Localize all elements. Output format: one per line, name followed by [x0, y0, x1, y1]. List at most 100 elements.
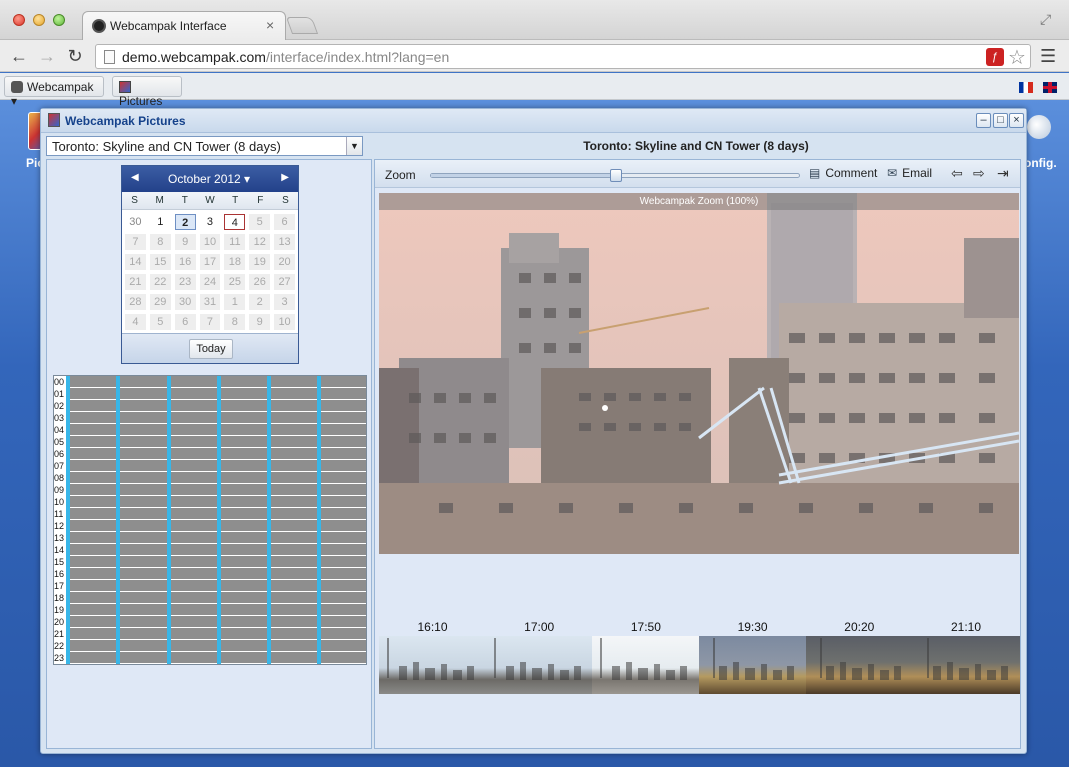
hour-label: 02 — [54, 400, 66, 412]
hour-bar[interactable] — [66, 544, 366, 555]
calendar-footer: Today — [122, 333, 298, 363]
desktop-config-icon[interactable] — [1027, 115, 1051, 139]
thumbnail[interactable]: 19:30 — [699, 620, 807, 698]
forward-arrow-icon[interactable]: → — [36, 45, 58, 67]
hour-bar[interactable] — [66, 388, 366, 399]
thumbnail-time: 17:00 — [524, 620, 555, 634]
calendar-day[interactable]: 4 — [224, 214, 246, 230]
back-arrow-icon[interactable]: ← — [8, 45, 30, 67]
picture-marker-column[interactable] — [267, 376, 271, 664]
hour-bar[interactable] — [66, 628, 366, 639]
picture-marker-column[interactable] — [167, 376, 171, 664]
viewer-toolbar: Zoom ▤ Comment ✉ Email ⇦ ⇨ ⇥ — [375, 160, 1020, 188]
zoom-window-button[interactable] — [53, 14, 65, 26]
calendar-day: 8 — [224, 314, 246, 330]
french-flag-icon[interactable] — [1019, 82, 1033, 93]
calendar-day: 9 — [174, 234, 196, 250]
browser-titlebar: Webcampak Interface × ⤢ — [0, 0, 1069, 40]
next-month-icon[interactable]: ▶ — [281, 172, 289, 183]
hour-bar[interactable] — [66, 484, 366, 495]
thumbnail-image — [699, 636, 807, 694]
hour-bar[interactable] — [66, 568, 366, 579]
hour-label: 04 — [54, 424, 66, 436]
close-icon[interactable]: × — [1009, 113, 1024, 128]
bookmark-webcampak[interactable]: Webcampak ▾ — [4, 76, 104, 108]
calendar-day: 5 — [249, 214, 271, 230]
previous-picture-icon[interactable]: ⇦ — [951, 165, 963, 182]
hour-label: 09 — [54, 484, 66, 496]
thumbnail-time: 16:10 — [417, 620, 448, 634]
last-picture-icon[interactable]: ⇥ — [997, 165, 1009, 182]
bookmark-star-icon[interactable]: ☆ — [1008, 45, 1026, 70]
next-picture-icon[interactable]: ⇨ — [973, 165, 985, 182]
hour-bar[interactable] — [66, 556, 366, 567]
thumbnail[interactable]: 16:10 — [379, 620, 486, 698]
url-text[interactable]: demo.webcampak.com/interface/index.html?… — [122, 49, 449, 65]
hour-bar[interactable] — [66, 496, 366, 507]
zoom-slider-thumb[interactable] — [610, 169, 622, 182]
hour-label: 12 — [54, 520, 66, 532]
today-button[interactable]: Today — [189, 339, 233, 359]
bookmark-pictures[interactable]: Pictures — [112, 76, 182, 108]
picture-marker-column[interactable] — [116, 376, 120, 664]
hour-bar[interactable] — [66, 616, 366, 627]
tab-close-icon[interactable]: × — [266, 17, 274, 33]
calendar-day: 2 — [249, 294, 271, 310]
window-header: Webcampak Pictures – □ × — [41, 109, 1026, 133]
browser-menu-icon[interactable]: ☰ — [1040, 46, 1056, 67]
browser-tab[interactable]: Webcampak Interface × — [82, 11, 286, 40]
hour-bar[interactable] — [66, 460, 366, 471]
picture-marker-column[interactable] — [317, 376, 321, 664]
hour-bar[interactable] — [66, 424, 366, 435]
hour-bar[interactable] — [66, 400, 366, 411]
address-bar[interactable]: demo.webcampak.com/interface/index.html?… — [95, 44, 1031, 69]
hour-bar[interactable] — [66, 532, 366, 543]
picture-marker-column[interactable] — [217, 376, 221, 664]
hour-bar[interactable] — [66, 508, 366, 519]
month-picker[interactable]: October 2012 ▾ — [168, 172, 250, 186]
calendar-day: 30 — [174, 294, 196, 310]
hour-label: 15 — [54, 556, 66, 568]
thumbnail[interactable]: 17:00 — [485, 620, 593, 698]
thumbnail[interactable]: 21:10 — [912, 620, 1020, 698]
thumbnail-image — [379, 636, 486, 694]
hour-bar[interactable] — [66, 580, 366, 591]
hour-bar[interactable] — [66, 472, 366, 483]
hour-bar[interactable] — [66, 604, 366, 615]
new-tab-button[interactable] — [285, 17, 319, 34]
english-flag-icon[interactable] — [1043, 82, 1057, 93]
hour-bar[interactable] — [66, 520, 366, 531]
calendar: ◀ October 2012 ▾ ▶ SMTWTFS 30 1 2 3 4 5 6 7 8 9 10… — [121, 165, 299, 364]
zoom-slider[interactable] — [430, 169, 800, 182]
calendar-day[interactable]: 2 — [174, 214, 196, 230]
hour-bar[interactable] — [66, 592, 366, 603]
email-button[interactable]: ✉ Email — [887, 166, 932, 180]
hour-bar[interactable] — [66, 640, 366, 651]
minimize-window-button[interactable] — [33, 14, 45, 26]
fullscreen-icon[interactable]: ⤢ — [1040, 11, 1051, 28]
thumbnail[interactable]: 17:50 — [592, 620, 700, 698]
minimize-icon[interactable]: – — [976, 113, 991, 128]
calendar-day: 24 — [199, 274, 221, 290]
flash-plugin-icon[interactable]: ƒ — [986, 48, 1004, 66]
calendar-day: 17 — [199, 254, 221, 270]
comment-button[interactable]: ▤ Comment — [809, 166, 877, 180]
maximize-icon[interactable]: □ — [993, 113, 1008, 128]
calendar-day[interactable]: 1 — [149, 214, 171, 230]
picture-marker-column[interactable] — [66, 376, 70, 664]
source-select[interactable]: Toronto: Skyline and CN Tower (8 days) ▼ — [46, 136, 363, 156]
bookmarks-bar: Webcampak ▾ Pictures — [0, 73, 1069, 108]
reload-icon[interactable]: ↻ — [64, 45, 86, 67]
calendar-day: 6 — [274, 214, 295, 230]
hour-bar[interactable] — [66, 376, 366, 387]
calendar-day[interactable]: 3 — [199, 214, 221, 230]
thumbnail[interactable]: 20:20 — [805, 620, 913, 698]
hour-bar[interactable] — [66, 652, 366, 663]
hour-bar[interactable] — [66, 412, 366, 423]
close-window-button[interactable] — [13, 14, 25, 26]
chevron-down-icon[interactable]: ▼ — [346, 137, 362, 155]
hour-bar[interactable] — [66, 448, 366, 459]
webcam-picture[interactable]: Webcampak Zoom (100%) — [379, 193, 1019, 554]
hour-bar[interactable] — [66, 436, 366, 447]
previous-month-icon[interactable]: ◀ — [131, 172, 139, 183]
